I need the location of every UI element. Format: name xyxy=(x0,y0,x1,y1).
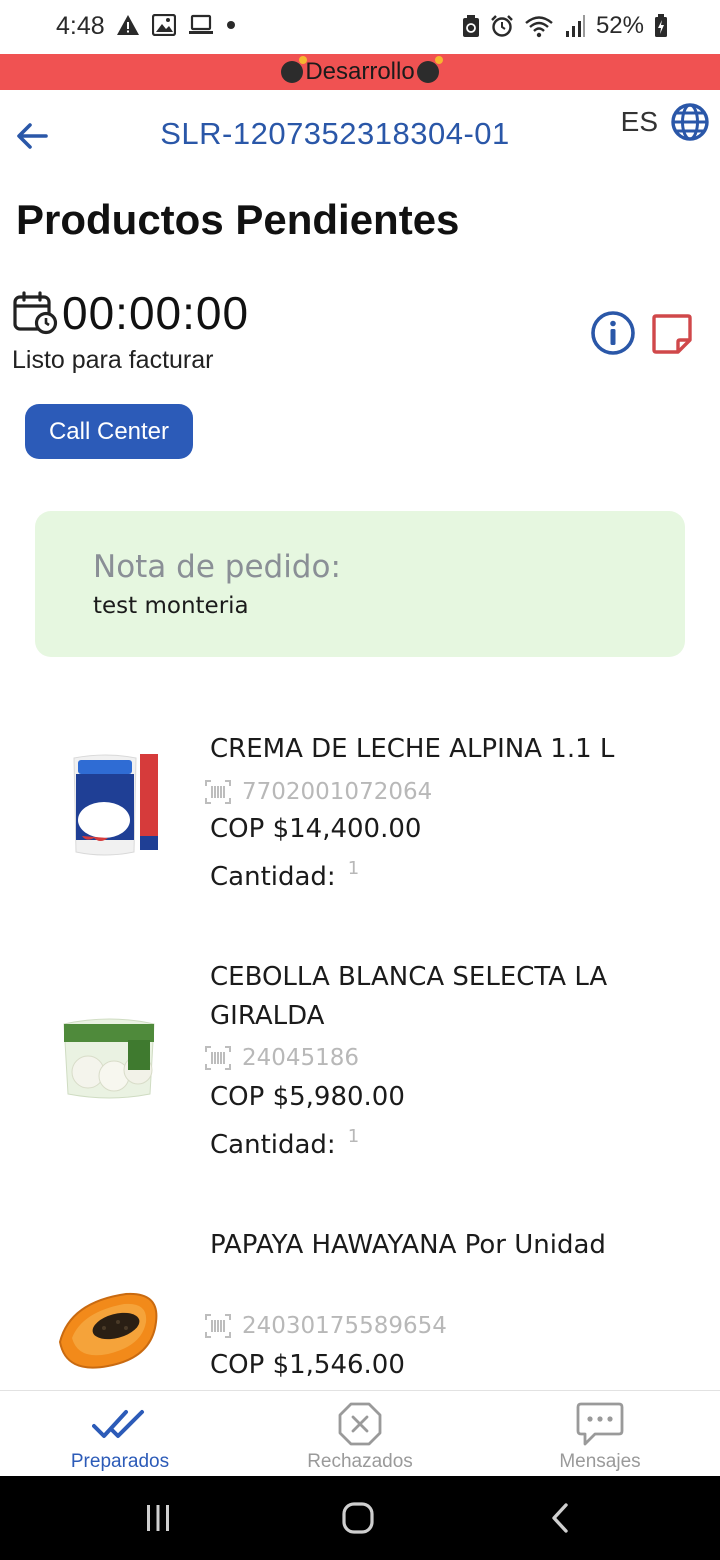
product-item[interactable]: CREMA DE LECHE ALPINA 1.1 L 770200107206… xyxy=(0,720,720,920)
bomb-icon xyxy=(416,56,443,83)
product-name: CREMA DE LECHE ALPINA 1.1 L xyxy=(210,734,615,764)
product-name: CEBOLLA BLANCA SELECTA LA GIRALDA xyxy=(210,962,608,1031)
quantity-value: 1 xyxy=(347,858,360,879)
nav-tab-rechazados[interactable]: Rechazados xyxy=(240,1391,480,1477)
nav-tab-mensajes[interactable]: Mensajes xyxy=(480,1391,720,1477)
product-barcode-value: 24045186 xyxy=(242,1045,360,1071)
nav-label: Preparados xyxy=(70,1451,170,1472)
product-name: PAPAYA HAWAYANA Por Unidad xyxy=(210,1230,606,1260)
recents-button[interactable] xyxy=(138,1500,178,1536)
quantity-value: 1 xyxy=(347,1126,360,1147)
sticky-note-icon[interactable] xyxy=(650,312,694,356)
battery-percent: 52% xyxy=(595,12,644,39)
order-status: Listo para facturar xyxy=(12,346,214,374)
environment-banner: Desarrollo xyxy=(0,54,720,90)
globe-icon[interactable] xyxy=(670,102,710,142)
battery-icon xyxy=(655,14,667,37)
order-note-card: Nota de pedido: test monteria xyxy=(35,511,685,657)
environment-label: Desarrollo xyxy=(305,58,415,85)
alarm-icon xyxy=(491,15,513,37)
nav-label: Mensajes xyxy=(559,1451,641,1472)
order-note-label: Nota de pedido: xyxy=(93,549,341,585)
timer: 00:00:00 xyxy=(12,286,249,340)
product-quantity: Cantidad: 1 xyxy=(210,858,359,892)
product-barcode-value: 7702001072064 xyxy=(242,779,433,805)
calendar-clock-icon xyxy=(13,291,58,335)
status-bar: 4:48 52% xyxy=(0,0,720,54)
nav-label: Rechazados xyxy=(307,1451,413,1472)
product-barcode: 7702001072064 xyxy=(204,778,432,806)
product-quantity: Cantidad: 1 xyxy=(210,1126,359,1160)
status-left-icons xyxy=(116,14,236,36)
system-back-button[interactable] xyxy=(540,1500,580,1536)
double-check-icon xyxy=(92,1410,144,1438)
dot-icon xyxy=(227,21,235,29)
info-icon[interactable] xyxy=(590,310,636,356)
order-id: SLR-1207352318304-01 xyxy=(160,116,510,151)
quantity-label: Cantidad: xyxy=(210,1130,336,1160)
call-center-button[interactable]: Call Center xyxy=(25,404,193,459)
warning-icon xyxy=(117,15,139,35)
product-price: COP $5,980.00 xyxy=(210,1082,405,1112)
laptop-icon xyxy=(189,14,213,34)
product-barcode: 24045186 xyxy=(204,1044,359,1072)
status-time: 4:48 xyxy=(56,12,105,40)
barcode-icon xyxy=(205,1046,231,1070)
product-barcode: 24030175589654 xyxy=(204,1312,447,1340)
product-image-crema xyxy=(73,754,158,856)
nav-tab-preparados[interactable]: Preparados xyxy=(0,1391,240,1477)
language-code: ES xyxy=(620,106,658,137)
recycle-icon xyxy=(462,15,479,37)
order-note-text: test monteria xyxy=(93,593,249,619)
app-header: SLR-1207352318304-01 ES xyxy=(0,90,720,180)
product-item[interactable]: PAPAYA HAWAYANA Por Unidad 2403017558965… xyxy=(0,1216,720,1390)
product-image-papaya xyxy=(58,1292,158,1369)
chevron-left-icon xyxy=(552,1503,568,1533)
product-price: COP $14,400.00 xyxy=(210,814,422,844)
barcode-icon xyxy=(205,1314,231,1338)
status-right-icons: 52% xyxy=(462,12,668,40)
barcode-icon xyxy=(205,780,231,804)
page-title: Productos Pendientes xyxy=(16,196,460,243)
image-icon xyxy=(152,14,176,36)
language-selector[interactable]: ES xyxy=(621,102,710,142)
timer-value: 00:00:00 xyxy=(62,287,250,339)
home-icon xyxy=(342,1502,374,1534)
signal-icon xyxy=(565,15,585,37)
product-image-cebolla xyxy=(63,1018,155,1099)
product-price: COP $1,546.00 xyxy=(210,1350,405,1380)
reject-x-icon xyxy=(338,1402,382,1446)
product-barcode-value: 24030175589654 xyxy=(242,1313,447,1339)
quantity-label: Cantidad: xyxy=(210,862,336,892)
message-bubble-icon xyxy=(576,1402,624,1446)
bomb-icon xyxy=(281,56,308,83)
recents-icon xyxy=(147,1505,169,1531)
home-button[interactable] xyxy=(338,1500,378,1536)
wifi-icon xyxy=(525,16,553,38)
system-navigation-bar xyxy=(0,1476,720,1560)
product-item[interactable]: CEBOLLA BLANCA SELECTA LA GIRALDA 240451… xyxy=(0,948,720,1168)
bottom-navigation: Preparados Rechazados Mensajes xyxy=(0,1390,720,1476)
